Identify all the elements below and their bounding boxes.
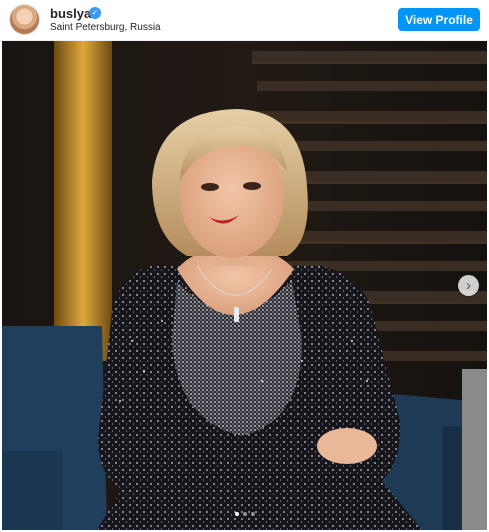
username-link[interactable]: buslya	[50, 6, 91, 21]
carousel-indicator	[0, 512, 489, 516]
profile-avatar[interactable]	[10, 5, 39, 34]
post-photo[interactable]	[2, 41, 487, 530]
photo-illustration	[2, 41, 487, 530]
post-header: buslya ✓ Saint Petersburg, Russia View P…	[0, 0, 489, 41]
carousel-dot	[234, 512, 239, 516]
chevron-right-icon[interactable]: ›	[458, 275, 479, 296]
verified-badge-icon: ✓	[89, 7, 101, 19]
carousel-dot	[250, 512, 255, 516]
view-profile-button[interactable]: View Profile	[398, 8, 480, 31]
location-link[interactable]: Saint Petersburg, Russia	[50, 22, 161, 33]
carousel-dot	[242, 512, 247, 516]
instagram-embed-card: buslya ✓ Saint Petersburg, Russia View P…	[0, 0, 489, 532]
